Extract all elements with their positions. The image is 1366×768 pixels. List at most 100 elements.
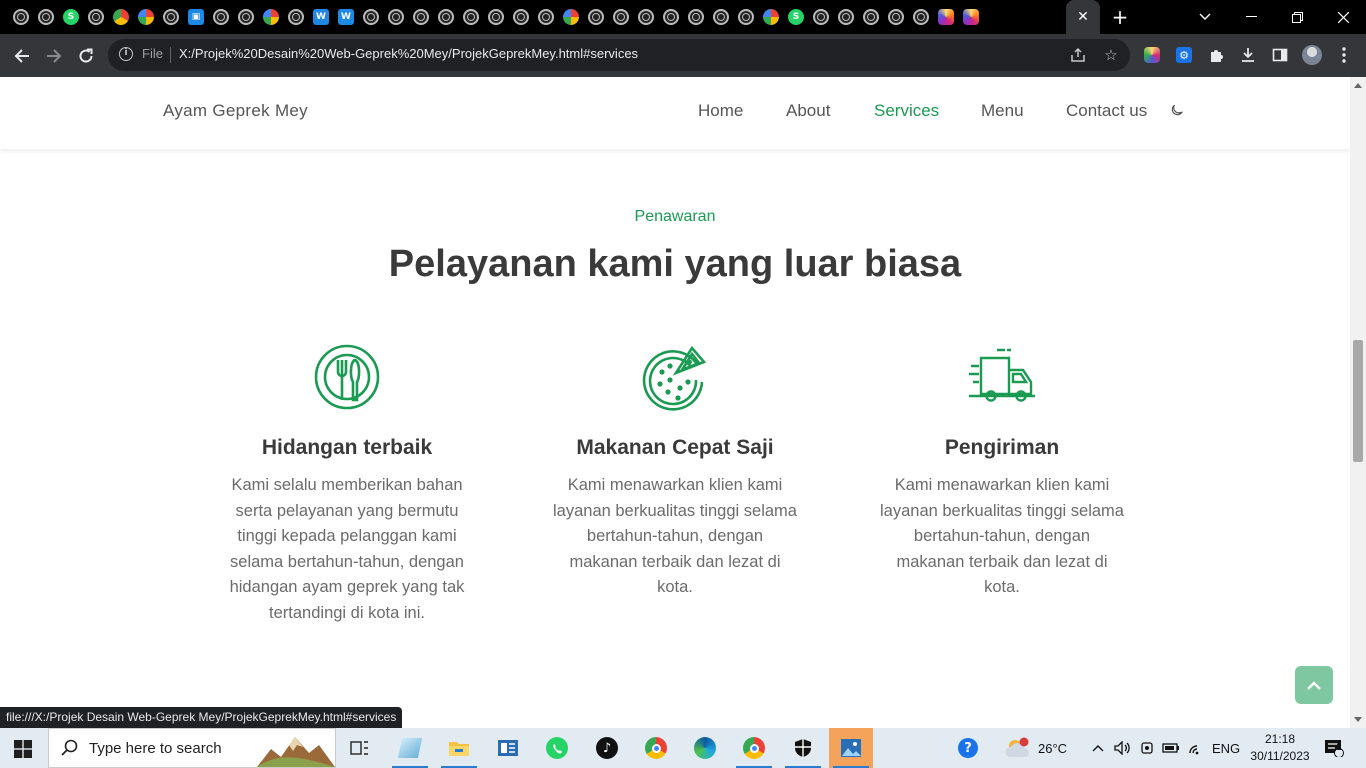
browser-tab[interactable] [286, 7, 306, 27]
share-icon[interactable] [1068, 45, 1088, 65]
search-highlight-illustration-icon [257, 737, 335, 767]
whatsapp-icon[interactable] [535, 728, 579, 768]
side-panel-icon[interactable] [1270, 45, 1290, 65]
browser-tab[interactable] [386, 7, 406, 27]
notification-center-icon[interactable]: 1 [1324, 728, 1344, 768]
restore-button[interactable] [1274, 0, 1320, 34]
reload-button[interactable] [73, 43, 99, 69]
browser-tab[interactable] [111, 7, 131, 27]
back-button[interactable] [9, 43, 35, 69]
page-scrollbar[interactable] [1350, 77, 1366, 728]
nav-about[interactable]: About [786, 101, 830, 121]
minimize-button[interactable] [1228, 0, 1274, 34]
browser-tab[interactable] [136, 7, 156, 27]
browser-tab[interactable] [711, 7, 731, 27]
scroll-thumb[interactable] [1353, 340, 1363, 462]
browser-tab[interactable] [861, 7, 881, 27]
browser-tab[interactable] [686, 7, 706, 27]
browser-tab[interactable] [911, 7, 931, 27]
chrome-menu-icon[interactable] [1334, 45, 1354, 65]
browser-tab[interactable] [161, 7, 181, 27]
browser-tab[interactable]: S [786, 7, 806, 27]
scroll-to-top-button[interactable] [1295, 666, 1333, 704]
browser-tab[interactable] [261, 7, 281, 27]
nav-services[interactable]: Services [874, 101, 939, 121]
tray-chevron-up-icon[interactable] [1092, 728, 1104, 768]
taskbar-app-notes-icon[interactable] [388, 728, 432, 768]
security-shield-icon[interactable] [781, 728, 825, 768]
nav-menu[interactable]: Menu [981, 101, 1024, 121]
browser-tab[interactable] [736, 7, 756, 27]
browser-tab[interactable] [211, 7, 231, 27]
taskbar-app-news-icon[interactable] [486, 728, 530, 768]
photos-app-icon[interactable] [829, 728, 873, 768]
globe-favicon-icon [613, 9, 629, 25]
weather-widget[interactable]: 26°C [1004, 728, 1067, 768]
nav-contact[interactable]: Contact us [1066, 101, 1147, 121]
browser-tab[interactable] [86, 7, 106, 27]
active-tab[interactable]: ✕ [1066, 0, 1100, 34]
browser-tab[interactable] [586, 7, 606, 27]
site-logo[interactable]: Ayam Geprek Mey [163, 101, 308, 121]
chrome-profile-icon[interactable] [732, 728, 776, 768]
browser-tab[interactable] [461, 7, 481, 27]
browser-tab[interactable]: W [336, 7, 356, 27]
browser-tab[interactable] [436, 7, 456, 27]
edge-icon[interactable] [683, 728, 727, 768]
browser-tab[interactable] [811, 7, 831, 27]
browser-tab[interactable]: W [311, 7, 331, 27]
nav-home[interactable]: Home [698, 101, 743, 121]
extension-gear-icon[interactable]: ⚙ [1174, 45, 1194, 65]
address-bar[interactable]: i File X:/Projek%20Desain%20Web-Geprek%2… [108, 39, 1130, 71]
browser-tab[interactable] [486, 7, 506, 27]
extension-colorful-icon[interactable] [1142, 45, 1162, 65]
download-icon[interactable] [1238, 45, 1258, 65]
forward-button[interactable] [41, 43, 67, 69]
browser-tab[interactable] [936, 7, 956, 27]
wifi-icon[interactable] [1188, 728, 1204, 768]
url-text[interactable]: X:/Projek%20Desain%20Web-Geprek%20Mey/Pr… [179, 46, 638, 61]
new-tab-button[interactable]: + [1108, 5, 1132, 29]
language-indicator[interactable]: ENG [1212, 728, 1240, 768]
tab-search-icon[interactable] [1182, 0, 1228, 34]
browser-tab[interactable] [561, 7, 581, 27]
browser-tab[interactable] [836, 7, 856, 27]
scroll-up-arrow[interactable] [1354, 83, 1362, 88]
browser-tab[interactable] [761, 7, 781, 27]
browser-tab[interactable] [411, 7, 431, 27]
bookmark-star-icon[interactable]: ☆ [1101, 45, 1121, 65]
tiktok-icon[interactable]: ♪ [585, 728, 629, 768]
browser-tab[interactable]: ▣ [186, 7, 206, 27]
browser-tab[interactable] [611, 7, 631, 27]
extensions-puzzle-icon[interactable] [1206, 45, 1226, 65]
chrome-icon[interactable] [634, 728, 678, 768]
browser-tab[interactable]: S [61, 7, 81, 27]
moon-icon[interactable] [1170, 103, 1184, 117]
taskbar-clock[interactable]: 21:18 30/11/2023 [1248, 731, 1312, 765]
help-icon[interactable]: ? [958, 728, 978, 768]
globe-favicon-icon [463, 9, 479, 25]
close-window-button[interactable] [1320, 0, 1366, 34]
browser-tab[interactable] [536, 7, 556, 27]
browser-tab[interactable] [11, 7, 31, 27]
windows-start-icon[interactable] [14, 740, 32, 758]
browser-tab[interactable] [961, 7, 981, 27]
volume-icon[interactable] [1114, 728, 1130, 768]
browser-tab[interactable] [661, 7, 681, 27]
task-view-icon[interactable] [338, 728, 382, 768]
meet-now-icon[interactable] [1139, 728, 1155, 768]
close-tab-icon[interactable]: ✕ [1077, 9, 1089, 25]
browser-tab[interactable] [886, 7, 906, 27]
browser-tab[interactable] [361, 7, 381, 27]
scroll-down-arrow[interactable] [1354, 717, 1362, 722]
file-explorer-icon[interactable] [437, 728, 481, 768]
browser-tab[interactable] [636, 7, 656, 27]
taskbar-search[interactable]: Type here to search [48, 728, 336, 768]
browser-tab[interactable] [36, 7, 56, 27]
browser-tab[interactable] [236, 7, 256, 27]
browser-tab[interactable] [511, 7, 531, 27]
search-icon [61, 739, 78, 756]
profile-avatar-icon[interactable] [1302, 45, 1322, 65]
site-info-icon[interactable]: i [119, 47, 133, 61]
battery-icon[interactable] [1162, 728, 1180, 768]
